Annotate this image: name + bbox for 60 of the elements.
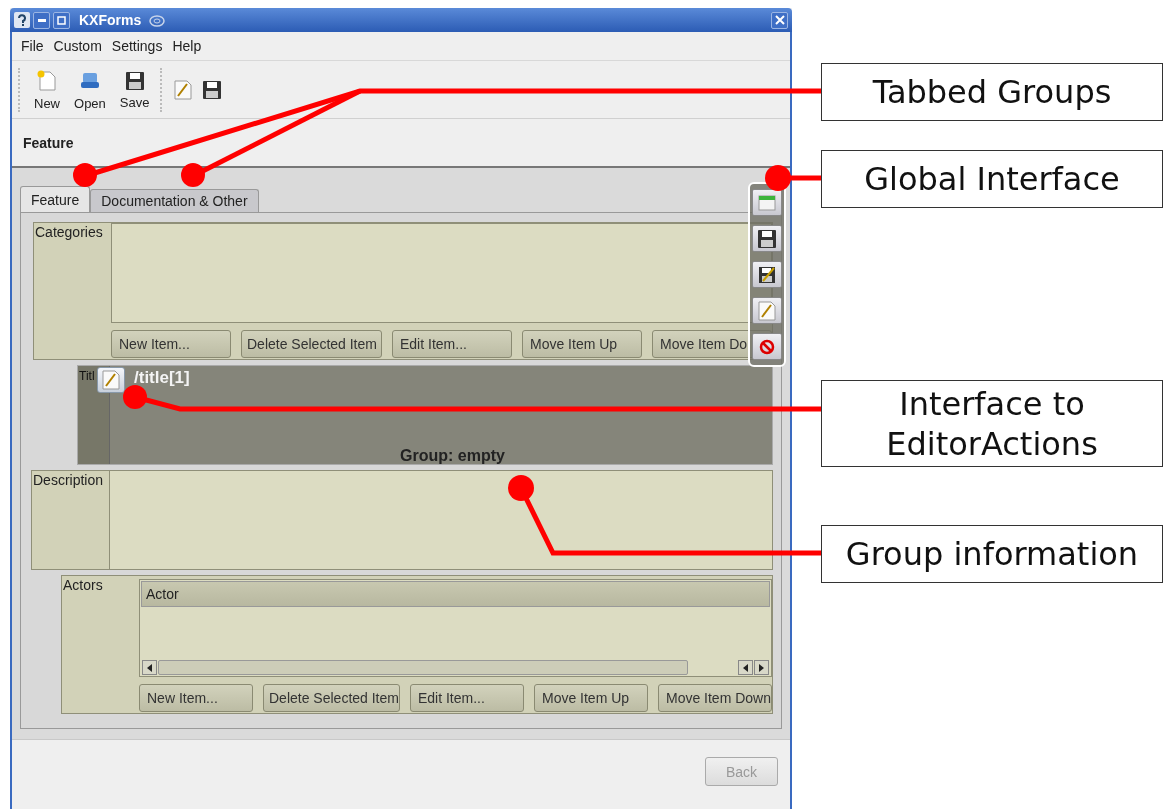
form-button[interactable]: Move Item Up <box>533 684 648 712</box>
group-label: Categories <box>34 223 104 242</box>
form-button[interactable]: Edit Item... <box>409 684 524 712</box>
edit-action-button[interactable] <box>97 367 125 393</box>
action-button[interactable] <box>752 225 782 252</box>
callout-label: Tabbed Groups <box>821 63 1163 121</box>
toolbar-grip[interactable] <box>18 67 23 112</box>
minimize-button[interactable] <box>33 11 50 29</box>
menu-item[interactable]: File <box>21 36 44 56</box>
column-header[interactable]: Actor <box>141 581 770 607</box>
floppy-pencil-icon <box>758 265 776 284</box>
pencil-note-icon <box>173 78 194 101</box>
swirl-icon <box>148 13 167 27</box>
horizontal-scrollbar[interactable] <box>140 660 771 676</box>
group-label: Actors <box>62 576 104 595</box>
form-button[interactable]: Move Item Up <box>522 330 642 358</box>
group-label: Titl <box>79 369 95 383</box>
toolbar-button[interactable]: New <box>31 68 63 111</box>
scroll-left-button[interactable] <box>738 660 753 675</box>
prohibited-icon <box>759 338 775 355</box>
left-arrow-icon <box>743 663 748 672</box>
maximize-icon <box>57 15 66 25</box>
right-arrow-icon <box>759 663 764 672</box>
group-label: Description <box>32 471 105 490</box>
toolbar-button[interactable]: Open <box>71 68 109 111</box>
form-button[interactable]: Edit Item... <box>392 330 512 358</box>
group-path: /title[1] <box>134 368 191 388</box>
minimize-icon <box>37 18 46 22</box>
new-document-icon <box>35 68 59 93</box>
calendar-icon <box>758 194 776 211</box>
tab[interactable]: Documentation & Other <box>90 189 259 212</box>
action-button[interactable] <box>752 261 782 288</box>
menu-item[interactable]: Help <box>172 36 202 56</box>
pencil-note-icon <box>101 369 121 391</box>
toolbar-button[interactable]: Save <box>116 69 153 110</box>
form-button[interactable]: Move Item Down <box>657 684 772 712</box>
callout-label: Global Interface <box>821 150 1163 208</box>
callout-label: Interface to EditorActions <box>821 380 1163 467</box>
maximize-button[interactable] <box>53 11 70 29</box>
close-icon <box>774 15 785 25</box>
pencil-note-icon <box>757 299 777 322</box>
page-heading: Feature <box>23 134 74 151</box>
group-info: Group: empty <box>400 447 505 465</box>
close-button[interactable] <box>771 11 788 29</box>
form-button[interactable]: New Item... <box>111 330 231 358</box>
menu-item[interactable]: Settings <box>111 36 163 56</box>
window-title: KXForms <box>79 12 142 28</box>
scroll-left-button[interactable] <box>142 660 157 675</box>
menu-item[interactable]: Custom <box>53 36 102 56</box>
form-button[interactable]: Delete Selected Item <box>263 684 400 712</box>
tab[interactable]: Feature <box>20 186 91 212</box>
left-arrow-icon <box>147 663 152 672</box>
toolbar-button[interactable] <box>201 78 224 101</box>
form-button[interactable]: Delete Selected Item <box>241 330 382 358</box>
help-button[interactable] <box>14 12 30 28</box>
question-icon <box>17 14 27 26</box>
scroll-right-button[interactable] <box>754 660 769 675</box>
form-button[interactable]: New Item... <box>139 684 253 712</box>
callout-label: Group information <box>821 525 1163 583</box>
scroll-thumb[interactable] <box>158 660 688 675</box>
